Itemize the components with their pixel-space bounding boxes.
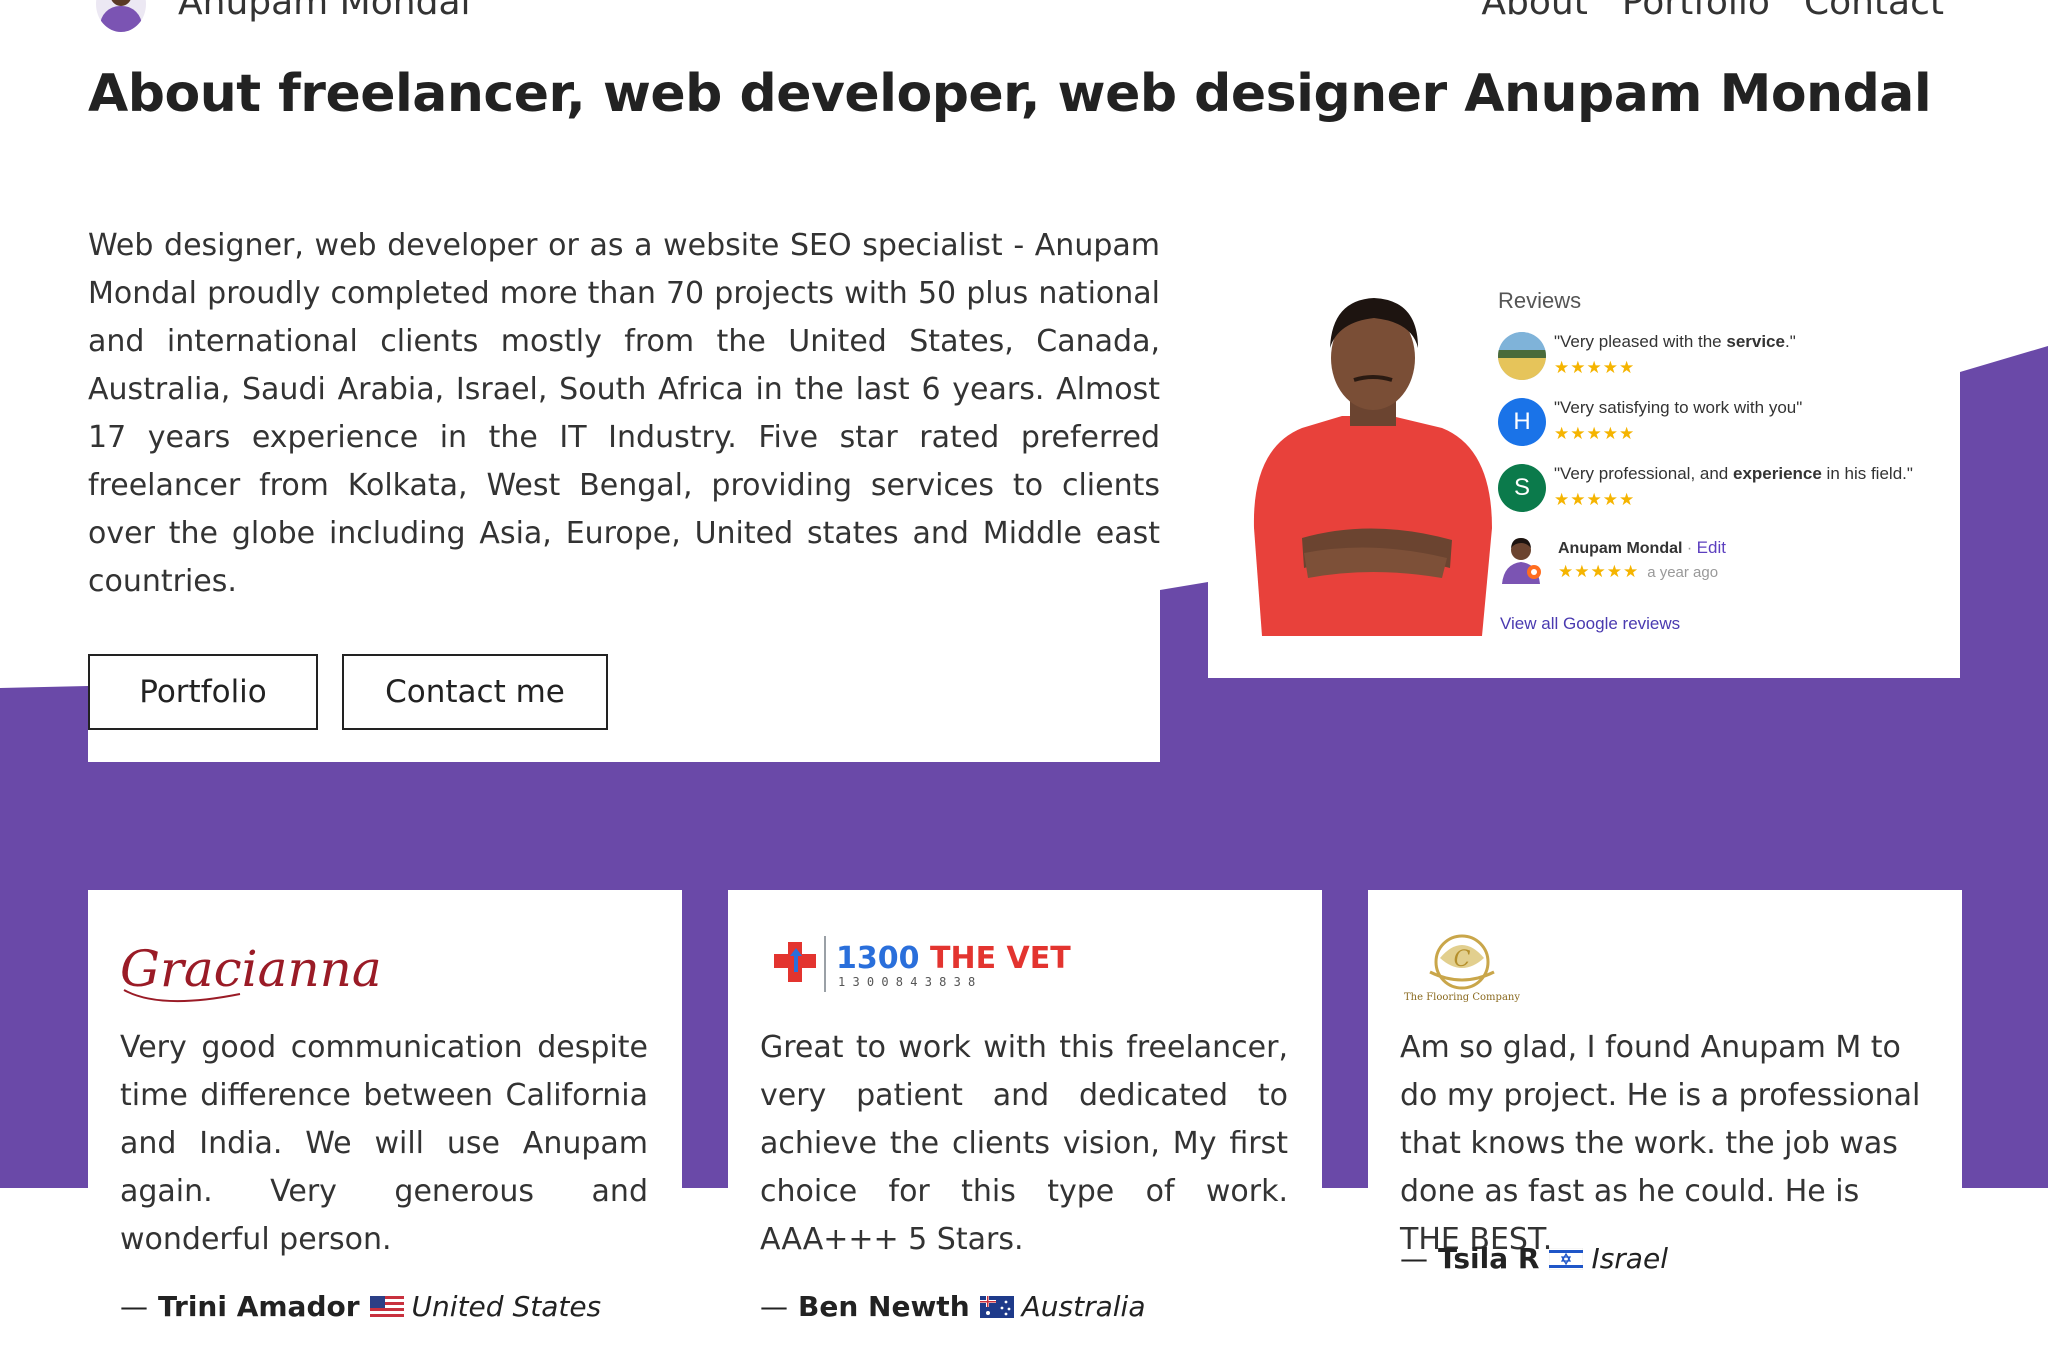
author-country: Australia bbox=[1021, 1290, 1146, 1323]
main-nav: About Portfolio Contact bbox=[1481, 0, 1944, 23]
svg-text:1 3 0 0 8 4 3 8 3 8: 1 3 0 0 8 4 3 8 3 8 bbox=[838, 975, 975, 989]
author-country: United States bbox=[411, 1290, 602, 1323]
owner-name: Anupam Mondal · Edit bbox=[1558, 538, 1726, 557]
testimonial-card: 1300 THE VET 1 3 0 0 8 4 3 8 3 8 Great t… bbox=[728, 890, 1322, 1362]
profile-photo bbox=[1253, 298, 1492, 636]
owner-star-rating: ★★★★★ a year ago bbox=[1558, 562, 1719, 581]
contact-me-button[interactable]: Contact me bbox=[342, 654, 608, 730]
intro-paragraph: Web designer, web developer or as a webs… bbox=[88, 228, 1160, 599]
nav-contact[interactable]: Contact bbox=[1804, 0, 1944, 23]
header-avatar bbox=[96, 0, 146, 32]
owner-avatar bbox=[1502, 538, 1541, 584]
testimonial-author: — Trini Amador United States bbox=[120, 1290, 602, 1323]
owner-reply: Anupam Mondal · Edit ★★★★★ a year ago bbox=[1500, 534, 1920, 584]
edit-link[interactable]: Edit bbox=[1697, 538, 1726, 557]
testimonial-card: C The Flooring Company Am so glad, I fou… bbox=[1368, 890, 1962, 1362]
reviewer-avatar: H bbox=[1498, 398, 1546, 446]
nav-portfolio[interactable]: Portfolio bbox=[1622, 0, 1770, 23]
view-all-google-reviews-link[interactable]: View all Google reviews bbox=[1500, 614, 1680, 634]
star-rating: ★★★★★ bbox=[1554, 358, 1636, 377]
flooring-company-logo: C The Flooring Company bbox=[1404, 934, 1520, 1003]
reviewer-avatar bbox=[1498, 332, 1546, 380]
testimonial-author: — Tsila R Israel bbox=[1400, 1242, 1668, 1275]
author-name: Tsila R bbox=[1438, 1242, 1540, 1275]
svg-text:THE VET: THE VET bbox=[930, 941, 1071, 976]
review-text: "Very satisfying to work with you" bbox=[1554, 398, 1803, 417]
review-text: "Very pleased with the service." bbox=[1554, 332, 1796, 351]
author-country: Israel bbox=[1591, 1242, 1668, 1275]
testimonial-quote: Very good communication despite time dif… bbox=[120, 1030, 648, 1257]
star-rating: ★★★★★ bbox=[1554, 490, 1636, 509]
review-text: "Very professional, and experience in hi… bbox=[1554, 464, 1913, 483]
review-item: "Very pleased with the service." ★★★★★ bbox=[1498, 330, 1948, 380]
site-name[interactable]: Anupam Mondal bbox=[178, 0, 471, 23]
gracianna-logo: Gracianna bbox=[120, 940, 382, 1003]
testimonial-card: Gracianna Very good communication despit… bbox=[88, 890, 682, 1362]
svg-text:The Flooring Company: The Flooring Company bbox=[1404, 992, 1520, 1003]
page-title: About freelancer, web developer, web des… bbox=[88, 64, 1932, 124]
author-name: Ben Newth bbox=[798, 1290, 970, 1323]
reviewer-avatar: S bbox=[1498, 464, 1546, 512]
au-flag-icon bbox=[979, 1295, 1014, 1318]
testimonial-quote: Am so glad, I found Anupam M to do my pr… bbox=[1400, 1030, 1921, 1257]
author-name: Trini Amador bbox=[158, 1290, 360, 1323]
il-flag-icon bbox=[1549, 1247, 1584, 1270]
review-item: S "Very professional, and experience in … bbox=[1498, 462, 1948, 512]
reviews-title: Reviews bbox=[1498, 288, 1582, 313]
reviews-card: Reviews "Very pleased with the service."… bbox=[1208, 260, 1960, 678]
svg-text:C: C bbox=[1454, 947, 1471, 972]
svg-text:Gracianna: Gracianna bbox=[120, 940, 382, 998]
us-flag-icon bbox=[369, 1295, 404, 1318]
testimonial-quote: Great to work with this freelancer, very… bbox=[760, 1030, 1288, 1257]
testimonial-author: — Ben Newth Australia bbox=[760, 1290, 1146, 1323]
1300-the-vet-logo: 1300 THE VET 1 3 0 0 8 4 3 8 3 8 bbox=[774, 936, 1071, 992]
star-rating: ★★★★★ bbox=[1554, 424, 1636, 443]
svg-text:1300: 1300 bbox=[836, 941, 920, 976]
portfolio-button[interactable]: Portfolio bbox=[88, 654, 318, 730]
nav-about[interactable]: About bbox=[1481, 0, 1587, 23]
review-item: H "Very satisfying to work with you" ★★★… bbox=[1498, 396, 1948, 446]
